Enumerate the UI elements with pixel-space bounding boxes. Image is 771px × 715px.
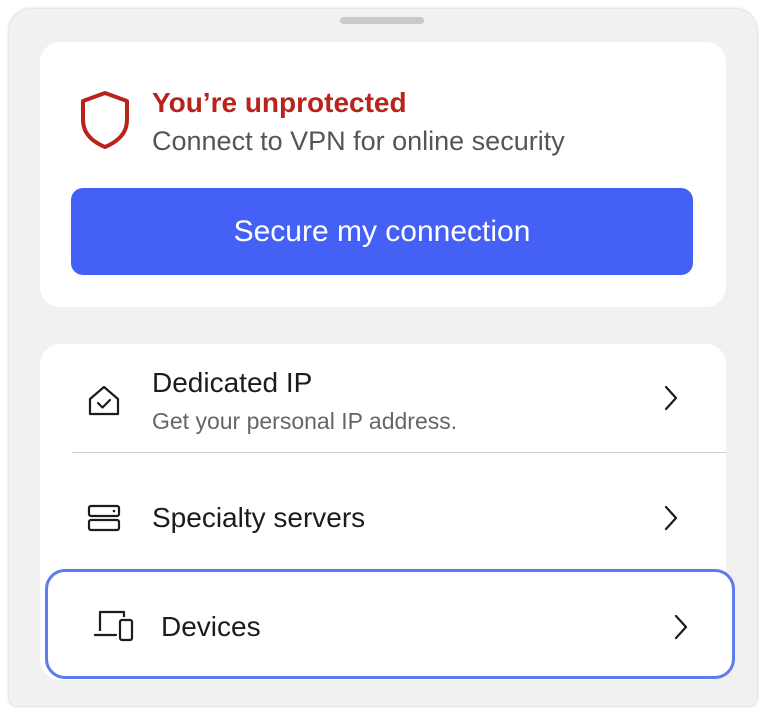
- drag-handle[interactable]: [340, 17, 424, 24]
- menu-item-devices[interactable]: Devices: [45, 569, 735, 679]
- status-title: You’re unprotected: [152, 87, 407, 118]
- menu-item-title: Devices: [161, 611, 261, 642]
- menu-item-dedicated-ip[interactable]: Dedicated IP Get your personal IP addres…: [40, 344, 726, 452]
- menu-item-subtitle: Get your personal IP address.: [152, 408, 458, 434]
- devices-icon: [94, 607, 134, 643]
- chevron-right-icon: [673, 614, 689, 640]
- menu-item-title: Specialty servers: [152, 502, 366, 533]
- divider: [72, 452, 726, 453]
- status-subtitle: Connect to VPN for online security: [152, 126, 565, 156]
- shield-icon: [79, 90, 131, 150]
- server-icon: [86, 500, 122, 536]
- secure-connection-button[interactable]: Secure my connection: [71, 188, 693, 275]
- chevron-right-icon: [663, 385, 679, 411]
- menu-item-title: Dedicated IP: [152, 367, 313, 398]
- bottom-sheet: You’re unprotected Connect to VPN for on…: [9, 9, 757, 706]
- protection-status-card: You’re unprotected Connect to VPN for on…: [40, 42, 726, 307]
- chevron-right-icon: [663, 505, 679, 531]
- menu-item-specialty-servers[interactable]: Specialty servers: [40, 456, 726, 564]
- home-check-icon: [86, 382, 122, 418]
